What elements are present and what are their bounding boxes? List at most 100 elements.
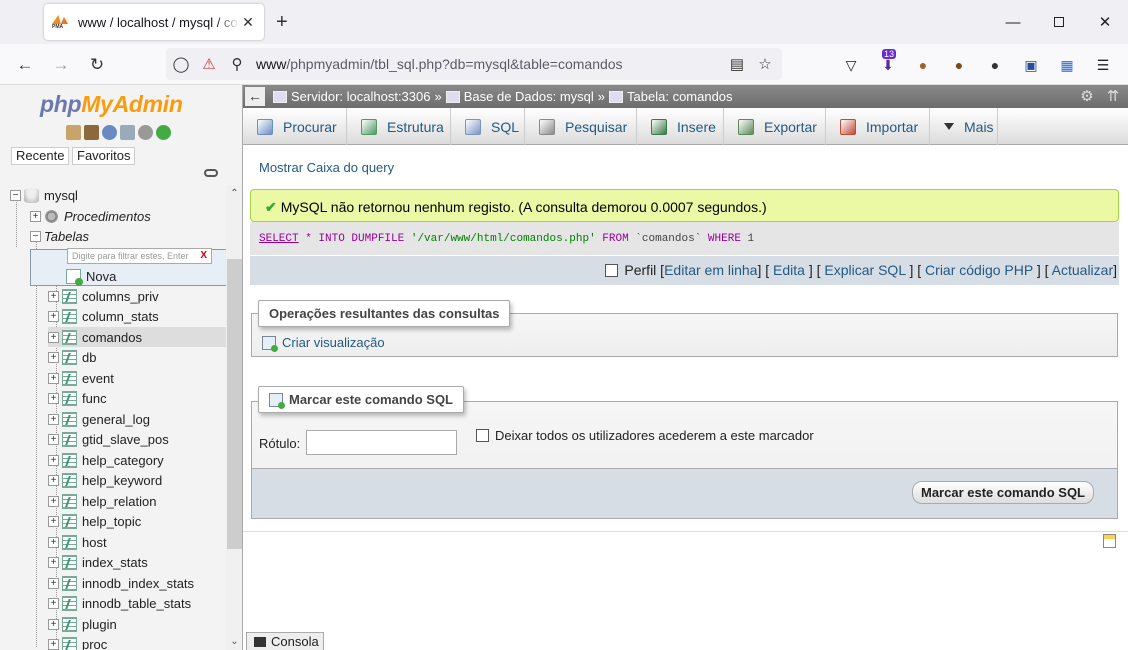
insecure-lock-icon[interactable]: ⚠ xyxy=(198,54,220,74)
extension-badge-icon[interactable]: ⬇ 13 xyxy=(877,49,899,76)
window-close-icon[interactable]: ✕ xyxy=(1082,0,1128,44)
tree-table-plugin[interactable]: + plugin xyxy=(48,614,117,634)
refresh-link[interactable]: Actualizar xyxy=(1052,262,1113,278)
reader-mode-icon[interactable]: ▤ xyxy=(726,54,748,74)
extension-file-icon[interactable]: ▦ xyxy=(1056,54,1078,76)
tree-table-columns-priv[interactable]: + columns_priv xyxy=(48,286,159,306)
key-icon[interactable]: ⚲ xyxy=(226,54,248,74)
expand-icon[interactable]: + xyxy=(48,413,59,425)
breadcrumb-database[interactable]: Base de Dados: mysql xyxy=(464,89,594,104)
tree-table-general-log[interactable]: + general_log xyxy=(48,409,150,429)
address-bar[interactable]: ◯ ⚠ ⚲ www/phpmyadmin/tbl_sql.php?db=mysq… xyxy=(166,48,782,80)
breadcrumb-table[interactable]: Tabela: comandos xyxy=(627,89,733,104)
phpmyadmin-logo[interactable]: phpMyAdmin xyxy=(40,91,183,118)
tree-table-help-category[interactable]: + help_category xyxy=(48,450,164,470)
expand-icon[interactable]: + xyxy=(48,372,59,384)
bookmark-star-icon[interactable]: ☆ xyxy=(754,54,776,74)
reload-icon[interactable]: ↻ xyxy=(84,52,110,78)
expand-icon[interactable]: + xyxy=(48,434,59,445)
shield-icon[interactable]: ◯ xyxy=(170,54,192,74)
extension-icon[interactable]: ● xyxy=(984,54,1006,76)
console-tab[interactable]: Consola xyxy=(246,632,324,650)
expand-icon[interactable]: + xyxy=(48,352,59,363)
tree-db-node[interactable]: − mysql xyxy=(10,185,78,205)
tree-table-help-topic[interactable]: + help_topic xyxy=(48,512,141,532)
tree-table-column-stats[interactable]: + column_stats xyxy=(48,307,159,327)
tree-table-proc[interactable]: + proc xyxy=(48,635,107,650)
tab-insere[interactable]: Insere xyxy=(637,108,724,145)
expand-icon[interactable]: + xyxy=(48,454,59,466)
tree-table-index-stats[interactable]: + index_stats xyxy=(48,553,148,573)
favorites-button[interactable]: Favoritos xyxy=(72,147,136,165)
edit-inline-link[interactable]: Editar em linha xyxy=(664,262,757,278)
tree-table-comandos[interactable]: + comandos xyxy=(48,327,226,347)
scroll-down-icon[interactable]: ⌄ xyxy=(226,633,242,650)
help-icon[interactable] xyxy=(102,125,117,140)
tab-exportar[interactable]: Exportar xyxy=(724,108,826,145)
docs-icon[interactable] xyxy=(120,125,135,140)
collapse-nav-icon[interactable]: ← xyxy=(245,87,265,106)
clear-filter-icon[interactable]: X xyxy=(200,250,207,261)
tree-table-help-keyword[interactable]: + help_keyword xyxy=(48,471,162,491)
minimize-icon[interactable]: — xyxy=(990,0,1036,44)
link-with-main-icon[interactable] xyxy=(204,169,218,177)
expand-icon[interactable]: + xyxy=(48,598,59,609)
collapse-icon[interactable]: − xyxy=(10,189,21,201)
expand-icon[interactable]: + xyxy=(48,331,59,343)
expand-icon[interactable]: + xyxy=(48,536,59,548)
tree-table-help-relation[interactable]: + help_relation xyxy=(48,491,156,511)
tab-estrutura[interactable]: Estrutura xyxy=(347,108,451,145)
tree-table-func[interactable]: + func xyxy=(48,389,107,409)
tree-table-host[interactable]: + host xyxy=(48,532,107,552)
tree-new-table-node[interactable]: Nova xyxy=(52,266,116,286)
table-filter-input[interactable]: Digite para filtrar estes, Enter X xyxy=(67,248,212,264)
pocket-icon[interactable]: ▽ xyxy=(840,54,862,76)
edit-link[interactable]: Edita xyxy=(773,262,805,278)
tree-table-gtid-slave-pos[interactable]: + gtid_slave_pos xyxy=(48,430,169,450)
expand-icon[interactable]: + xyxy=(30,210,41,222)
expand-icon[interactable]: + xyxy=(48,618,59,630)
tree-table-innodb-index-stats[interactable]: + innodb_index_stats xyxy=(48,573,194,593)
tree-table-event[interactable]: + event xyxy=(48,368,114,388)
explain-sql-link[interactable]: Explicar SQL xyxy=(824,262,905,278)
browser-tab[interactable]: PMA www / localhost / mysql / comandos ✕ xyxy=(44,4,264,40)
close-tab-icon[interactable]: ✕ xyxy=(240,14,256,31)
save-icon[interactable]: ▣ xyxy=(1020,54,1042,76)
collapse-icon[interactable]: − xyxy=(30,230,41,242)
collapse-icon[interactable]: ⇈ xyxy=(1105,89,1121,105)
new-tab-button[interactable]: + xyxy=(276,10,288,34)
expand-icon[interactable]: + xyxy=(48,311,59,322)
tab-mais[interactable]: Mais xyxy=(930,108,998,145)
tab-procurar[interactable]: Procurar xyxy=(243,108,347,145)
tab-pesquisar[interactable]: Pesquisar xyxy=(525,108,637,145)
url-text[interactable]: www/phpmyadmin/tbl_sql.php?db=mysql&tabl… xyxy=(256,56,623,72)
show-query-link[interactable]: Mostrar Caixa do query xyxy=(259,160,394,175)
scroll-up-icon[interactable]: ⌃ xyxy=(226,185,242,202)
tree-table-innodb-table-stats[interactable]: + innodb_table_stats xyxy=(48,594,191,614)
tab-sql[interactable]: SQL xyxy=(451,108,525,145)
tab-importar[interactable]: Importar xyxy=(826,108,930,145)
create-view-link[interactable]: Criar visualização xyxy=(282,335,385,350)
cookie-alt-icon[interactable]: ● xyxy=(948,54,970,76)
expand-icon[interactable]: + xyxy=(48,639,59,650)
settings-icon[interactable] xyxy=(138,125,153,140)
expand-icon[interactable]: + xyxy=(48,475,59,486)
profile-checkbox[interactable] xyxy=(605,264,619,277)
home-icon[interactable] xyxy=(66,125,81,140)
tree-tables-node[interactable]: − Tabelas xyxy=(30,226,242,286)
tree-procedures-node[interactable]: + Procedimentos xyxy=(30,206,151,226)
notes-icon[interactable] xyxy=(1103,534,1116,548)
expand-icon[interactable]: + xyxy=(48,393,59,404)
expand-icon[interactable]: + xyxy=(48,577,59,589)
bookmark-submit-button[interactable]: Marcar este comando SQL xyxy=(912,481,1094,504)
expand-icon[interactable]: + xyxy=(48,516,59,527)
tree-scrollbar[interactable]: ⌃ ⌄ xyxy=(226,185,242,650)
scrollbar-thumb[interactable] xyxy=(227,259,242,549)
tree-table-db[interactable]: + db xyxy=(48,348,96,368)
cookie-icon[interactable]: ● xyxy=(912,54,934,76)
menu-icon[interactable]: ☰ xyxy=(1092,54,1114,76)
expand-icon[interactable]: + xyxy=(48,557,59,568)
create-php-code-link[interactable]: Criar código PHP xyxy=(925,262,1033,278)
gear-icon[interactable]: ⚙ xyxy=(1079,89,1095,105)
reload-nav-icon[interactable] xyxy=(156,125,171,140)
